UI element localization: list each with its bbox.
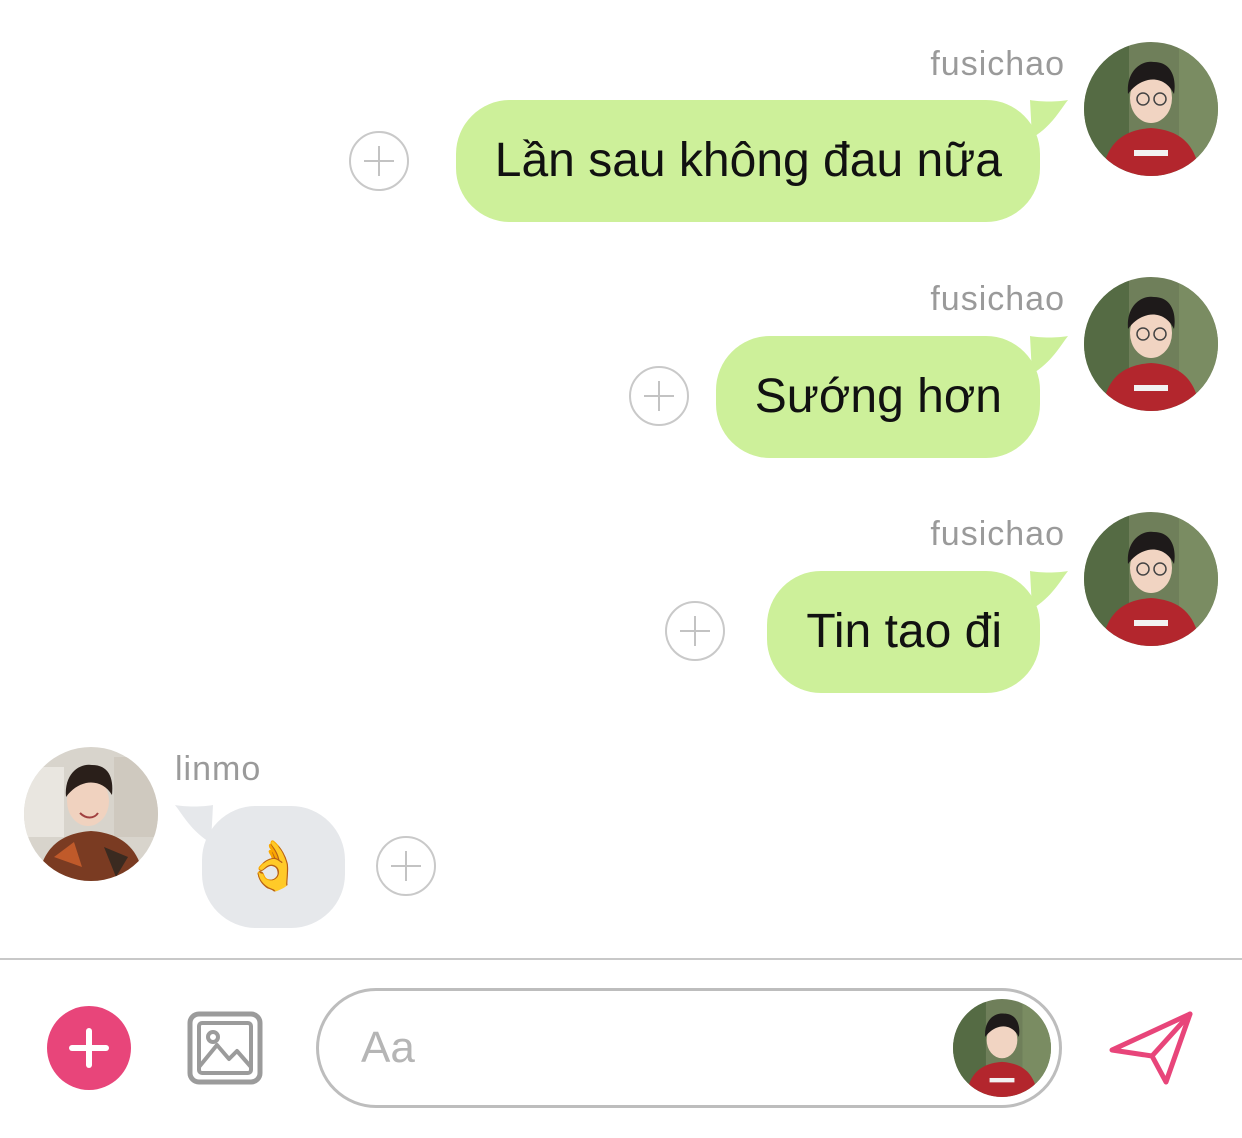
image-icon [187, 1011, 263, 1085]
composer-divider [0, 958, 1242, 960]
send-button[interactable] [1108, 1010, 1194, 1086]
bubble-tail-icon [1030, 100, 1068, 138]
add-reaction-button[interactable] [349, 131, 409, 191]
bubble-tail-icon [1030, 336, 1068, 374]
sender-name: fusichao [930, 515, 1065, 553]
message-input[interactable] [361, 1013, 921, 1083]
avatar-photo-icon [1084, 42, 1218, 176]
avatar-linmo[interactable] [24, 747, 158, 881]
add-reaction-button[interactable] [629, 366, 689, 426]
add-reaction-button[interactable] [376, 836, 436, 896]
image-picker-button[interactable] [187, 1011, 263, 1085]
message-bubble[interactable]: Tin tao đi [767, 571, 1040, 693]
sender-name: linmo [175, 750, 262, 788]
avatar-fusichao[interactable] [1084, 277, 1218, 411]
avatar-photo-icon [953, 999, 1051, 1097]
avatar-photo-icon [24, 747, 158, 881]
message-bubble[interactable]: Lần sau không đau nữa [455, 100, 1040, 222]
avatar-fusichao[interactable] [1084, 512, 1218, 646]
message-bubble[interactable]: Sướng hơn [715, 336, 1040, 458]
avatar-photo-icon [1084, 277, 1218, 411]
sender-name: fusichao [930, 280, 1065, 318]
add-attachment-button[interactable] [47, 1006, 131, 1090]
add-reaction-button[interactable] [665, 601, 725, 661]
sender-name: fusichao [930, 45, 1065, 83]
send-icon [1109, 1011, 1193, 1085]
message-bubble[interactable]: 👌 [202, 806, 345, 928]
avatar-fusichao[interactable] [1084, 42, 1218, 176]
message-input-container[interactable] [316, 988, 1062, 1108]
composer-avatar[interactable] [953, 999, 1051, 1097]
bubble-tail-icon [1030, 571, 1068, 609]
avatar-photo-icon [1084, 512, 1218, 646]
